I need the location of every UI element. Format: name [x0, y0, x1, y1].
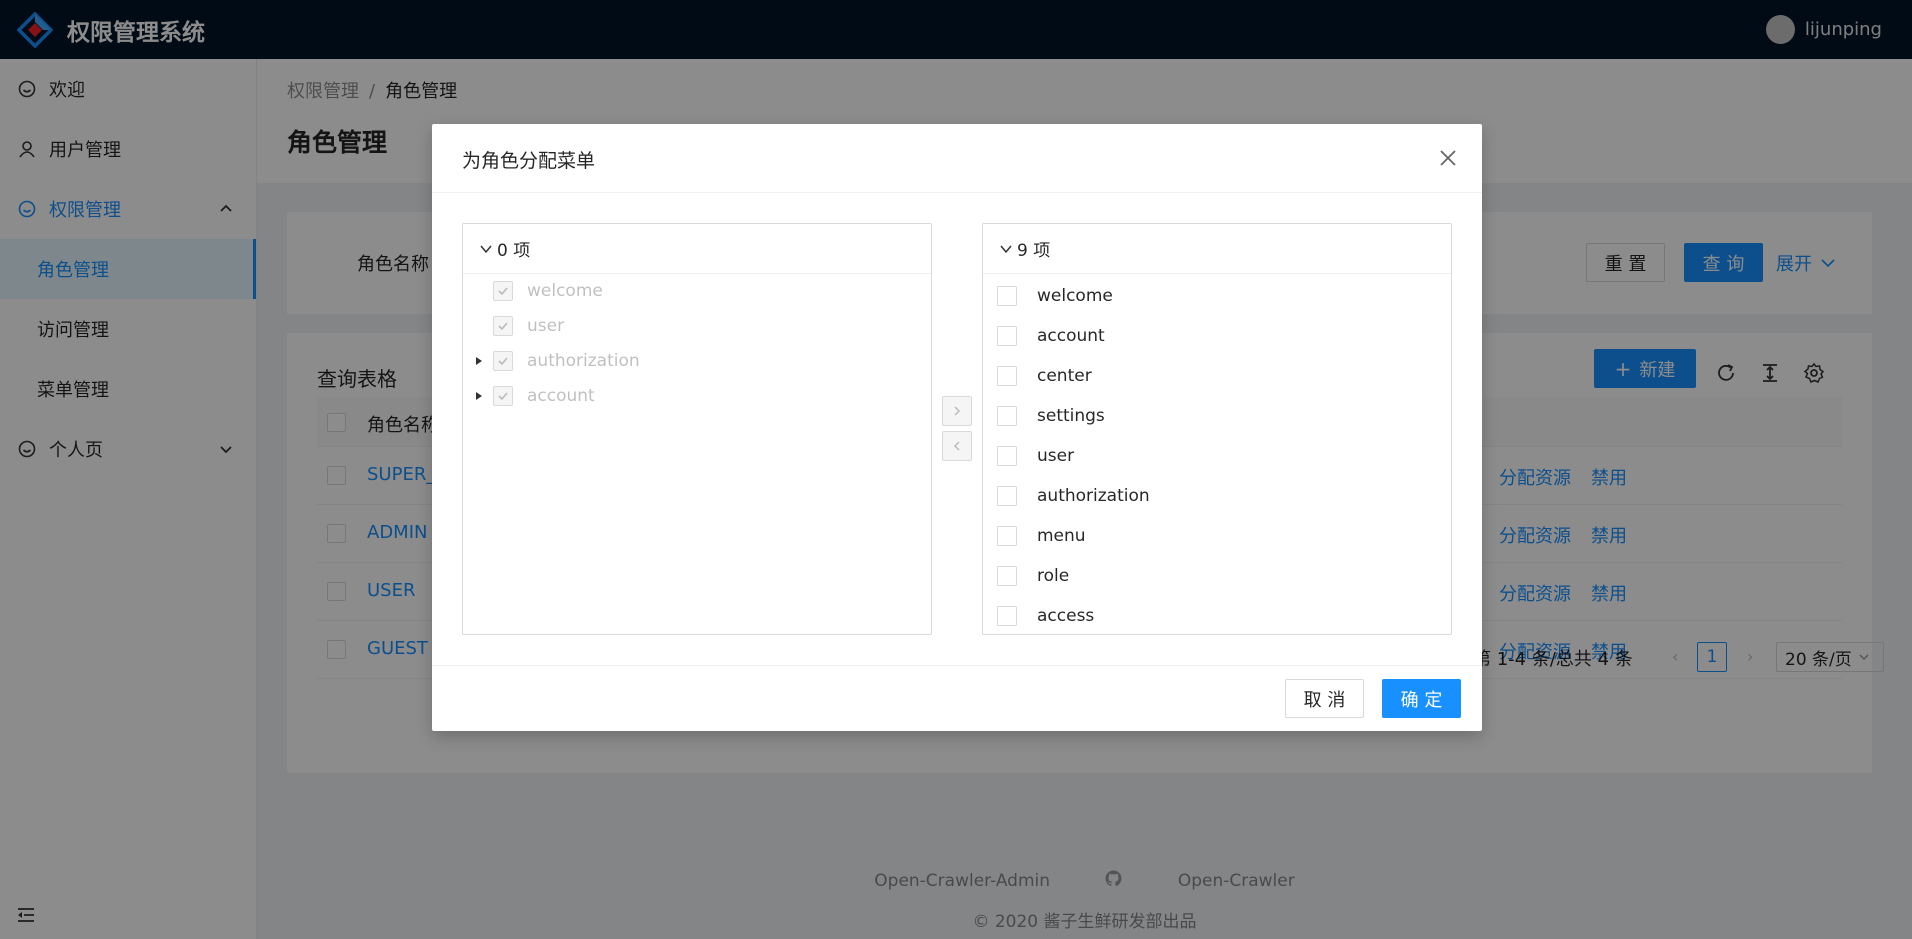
transfer-target-panel: 9 项 welcome account center settings user… — [982, 223, 1452, 635]
move-left-button[interactable] — [942, 431, 972, 461]
list-item[interactable]: center — [997, 361, 1092, 391]
modal-footer: 取 消 确 定 — [432, 665, 1482, 731]
disabled-checkbox — [493, 281, 513, 301]
move-right-button[interactable] — [942, 396, 972, 426]
list-item-label: welcome — [1037, 286, 1113, 306]
item-checkbox[interactable] — [997, 526, 1017, 546]
item-checkbox[interactable] — [997, 486, 1017, 506]
tree-node-label: authorization — [527, 351, 640, 371]
assign-menu-modal: 为角色分配菜单 0 项 welcome user authorization a… — [432, 124, 1482, 731]
list-item[interactable]: account — [997, 321, 1105, 351]
chevron-right-icon — [954, 406, 961, 416]
list-item[interactable]: settings — [997, 401, 1105, 431]
disabled-checkbox — [493, 351, 513, 371]
chevron-down-icon[interactable] — [479, 242, 493, 256]
source-count: 0 项 — [497, 241, 531, 261]
target-panel-header: 9 项 — [983, 224, 1451, 274]
list-item-label: role — [1037, 566, 1070, 586]
list-item-label: access — [1037, 606, 1095, 626]
caret-right-icon[interactable] — [474, 391, 484, 401]
list-item-label: account — [1037, 326, 1105, 346]
list-item[interactable]: welcome — [997, 281, 1113, 311]
list-item-label: user — [1037, 446, 1075, 466]
tree-node: authorization — [493, 346, 640, 376]
list-item[interactable]: access — [997, 601, 1094, 631]
tree-node-label: welcome — [527, 281, 603, 301]
item-checkbox[interactable] — [997, 286, 1017, 306]
cancel-button[interactable]: 取 消 — [1285, 679, 1364, 718]
item-checkbox[interactable] — [997, 366, 1017, 386]
list-item-label: center — [1037, 366, 1092, 386]
list-item[interactable]: user — [997, 441, 1074, 471]
item-checkbox[interactable] — [997, 406, 1017, 426]
transfer-source-panel: 0 项 welcome user authorization account — [462, 223, 932, 635]
chevron-down-icon[interactable] — [999, 242, 1013, 256]
tree-node-label: user — [527, 316, 565, 336]
list-item[interactable]: authorization — [997, 481, 1150, 511]
item-checkbox[interactable] — [997, 566, 1017, 586]
item-checkbox[interactable] — [997, 326, 1017, 346]
chevron-left-icon — [953, 441, 960, 451]
item-checkbox[interactable] — [997, 446, 1017, 466]
list-item-label: authorization — [1037, 486, 1150, 506]
modal-header: 为角色分配菜单 — [432, 124, 1482, 193]
tree-node: welcome — [493, 276, 603, 306]
item-checkbox[interactable] — [997, 606, 1017, 626]
close-icon[interactable] — [1438, 148, 1458, 168]
modal-title: 为角色分配菜单 — [462, 150, 596, 172]
tree-node: account — [493, 381, 595, 411]
ok-button[interactable]: 确 定 — [1382, 679, 1461, 718]
tree-node: user — [493, 311, 564, 341]
list-item-label: menu — [1037, 526, 1086, 546]
source-panel-header: 0 项 — [463, 224, 931, 274]
target-count: 9 项 — [1017, 241, 1051, 261]
list-item-label: settings — [1037, 406, 1105, 426]
disabled-checkbox — [493, 316, 513, 336]
list-item[interactable]: role — [997, 561, 1069, 591]
tree-node-label: account — [527, 386, 595, 406]
list-item[interactable]: menu — [997, 521, 1086, 551]
caret-right-icon[interactable] — [474, 356, 484, 366]
disabled-checkbox — [493, 386, 513, 406]
